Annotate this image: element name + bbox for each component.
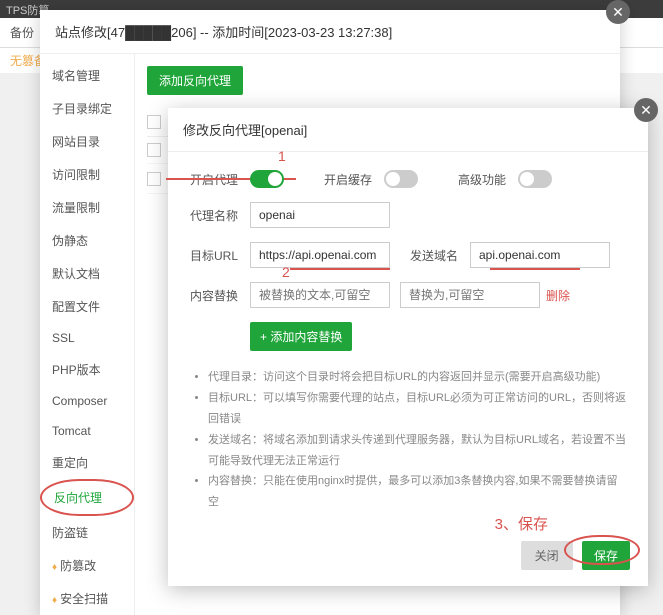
replace-to-input[interactable]	[400, 282, 540, 308]
sidebar-item-antileech[interactable]: 防盗链	[40, 516, 134, 549]
sidebar-item-composer[interactable]: Composer	[40, 386, 134, 416]
edit-reverse-proxy-modal: 修改反向代理[openai] ✕ 1 开启代理 开启缓存 高级功能 代理名称 目…	[168, 108, 648, 586]
checkbox-row[interactable]	[147, 143, 161, 157]
replace-from-input[interactable]	[250, 282, 390, 308]
annotation-3: 3、保存	[495, 513, 548, 534]
tip-item: 代理目录：访问这个目录时将会把目标URL的内容返回并显示(需要开启高级功能)	[208, 367, 626, 388]
sidebar-item-traffic[interactable]: 流量限制	[40, 191, 134, 224]
annotation-underline-2b	[490, 268, 580, 270]
label-advanced: 高级功能	[458, 171, 518, 188]
label-send-domain: 发送域名	[410, 247, 470, 264]
sidebar-item-php[interactable]: PHP版本	[40, 353, 134, 386]
toggle-enable-proxy[interactable]	[250, 170, 284, 188]
checkbox-row[interactable]	[147, 172, 161, 186]
send-domain-input[interactable]	[470, 242, 610, 268]
toggle-advanced[interactable]	[518, 170, 552, 188]
remove-replace-link[interactable]: 删除	[546, 287, 570, 304]
site-sidebar: 域名管理 子目录绑定 网站目录 访问限制 流量限制 伪静态 默认文档 配置文件 …	[40, 54, 135, 615]
sidebar-item-reverse-proxy[interactable]: 反向代理	[40, 479, 134, 516]
target-url-input[interactable]	[250, 242, 390, 268]
sidebar-item-scan[interactable]: ♦安全扫描	[40, 582, 134, 615]
sidebar-item-redirect[interactable]: 重定向	[40, 446, 134, 479]
sidebar-item-default-doc[interactable]: 默认文档	[40, 257, 134, 290]
label-content-replace: 内容替换	[190, 287, 250, 304]
close-icon[interactable]: ✕	[634, 98, 658, 122]
proxy-modal-title: 修改反向代理[openai] ✕	[168, 108, 648, 152]
sidebar-item-tomcat[interactable]: Tomcat	[40, 416, 134, 446]
tip-item: 内容替换：只能在使用nginx时提供，最多可以添加3条替换内容,如果不需要替换请…	[208, 471, 626, 513]
sidebar-item-domain[interactable]: 域名管理	[40, 59, 134, 92]
shield-icon: ♦	[52, 595, 57, 606]
add-content-replace-button[interactable]: + 添加内容替换	[250, 322, 352, 351]
site-modal-title: 站点修改[47█████206] -- 添加时间[2023-03-23 13:2…	[40, 10, 620, 54]
annotation-circle-save	[564, 535, 640, 565]
sidebar-item-ssl[interactable]: SSL	[40, 323, 134, 353]
shield-icon: ♦	[52, 562, 57, 573]
add-reverse-proxy-button[interactable]: 添加反向代理	[147, 66, 243, 95]
sidebar-item-static[interactable]: 伪静态	[40, 224, 134, 257]
sidebar-item-webdir[interactable]: 网站目录	[40, 125, 134, 158]
tip-item: 发送域名：将域名添加到请求头传递到代理服务器，默认为目标URL域名，若设置不当可…	[208, 430, 626, 472]
label-target-url: 目标URL	[190, 247, 250, 264]
annotation-2: 2	[282, 264, 290, 280]
label-proxy-name: 代理名称	[190, 207, 250, 224]
tips-list: 代理目录：访问这个目录时将会把目标URL的内容返回并显示(需要开启高级功能) 目…	[190, 367, 626, 513]
tip-item: 目标URL：可以填写你需要代理的站点，目标URL必须为可正常访问的URL，否则将…	[208, 388, 626, 430]
toggle-enable-cache[interactable]	[384, 170, 418, 188]
sidebar-item-subdir[interactable]: 子目录绑定	[40, 92, 134, 125]
label-enable-cache: 开启缓存	[324, 171, 384, 188]
sidebar-item-config[interactable]: 配置文件	[40, 290, 134, 323]
close-icon[interactable]: ✕	[606, 0, 630, 24]
sidebar-item-tamper[interactable]: ♦防篡改	[40, 549, 134, 582]
annotation-underline-2a	[290, 268, 390, 270]
annotation-1: 1	[278, 148, 286, 164]
checkbox-all[interactable]	[147, 115, 161, 129]
sidebar-item-access[interactable]: 访问限制	[40, 158, 134, 191]
proxy-name-input[interactable]	[250, 202, 390, 228]
